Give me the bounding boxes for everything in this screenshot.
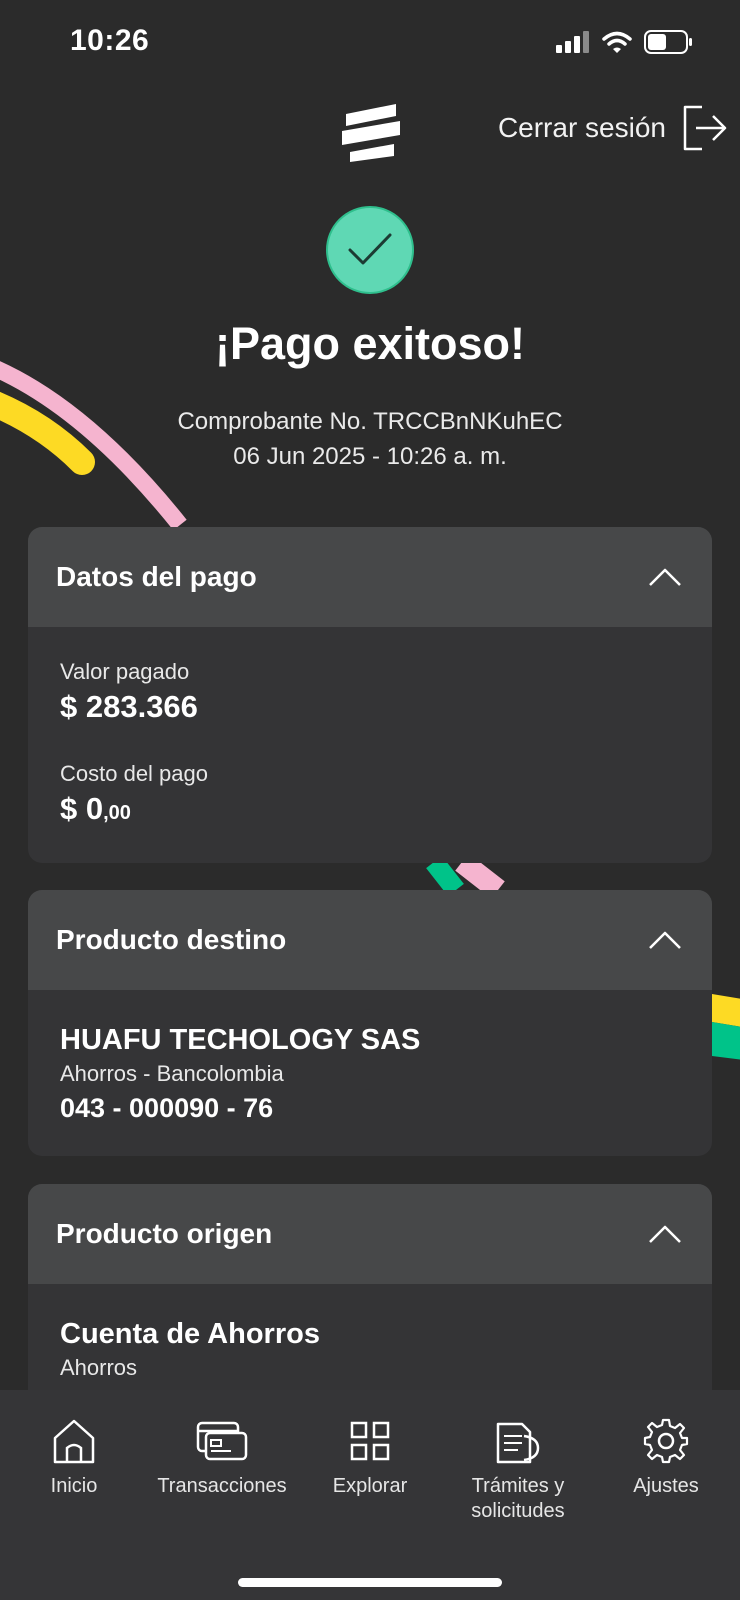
chevron-up-icon (649, 1225, 681, 1243)
success-title: ¡Pago exitoso! (214, 318, 526, 369)
payment-data-header[interactable]: Datos del pago (28, 527, 712, 627)
nav-label-ajustes: Ajustes (633, 1475, 699, 1497)
destination-product-header[interactable]: Producto destino (28, 890, 712, 990)
paid-value-amount: $ 283.366 (60, 689, 198, 724)
destination-product-title: Producto destino (56, 924, 287, 955)
chevron-up-icon (649, 568, 681, 586)
payment-data-title: Datos del pago (56, 561, 257, 592)
nav-item-explorar[interactable]: Explorar (296, 1390, 444, 1530)
payment-cost-cents: ,00 (103, 802, 131, 824)
nav-item-tramites[interactable]: Trámites y solicitudes (444, 1390, 592, 1530)
origin-name: Cuenta de Ahorros (60, 1318, 320, 1350)
home-indicator[interactable] (238, 1578, 502, 1587)
destination-product-card: Producto destino HUAFU TECHOLOGY SAS Aho… (28, 890, 712, 1156)
receipt-info: Comprobante No. TRCCBnNKuhEC 06 Jun 2025… (0, 404, 740, 474)
home-icon (53, 1419, 95, 1464)
nav-item-inicio[interactable]: Inicio (0, 1390, 148, 1530)
status-icons (556, 30, 692, 54)
logout-button[interactable]: Cerrar sesión (498, 104, 728, 152)
origin-account-type: Ahorros (60, 1355, 138, 1380)
wifi-icon (602, 31, 632, 53)
nav-label-explorar: Explorar (332, 1475, 408, 1497)
nav-label-inicio: Inicio (50, 1475, 98, 1497)
signal-icon (556, 31, 589, 53)
paid-value-label: Valor pagado (60, 659, 190, 684)
logout-icon (683, 105, 727, 151)
origin-product-header[interactable]: Producto origen (28, 1184, 712, 1284)
payment-cost-label: Costo del pago (60, 761, 208, 786)
destination-name: HUAFU TECHOLOGY SAS (60, 1024, 421, 1056)
gear-icon (643, 1418, 689, 1464)
destination-account-type: Ahorros - Bancolombia (60, 1061, 284, 1086)
nav-item-transacciones[interactable]: Transacciones (148, 1390, 296, 1530)
payment-cost-amount: $ 0,00 (60, 791, 680, 827)
destination-account-number: 043 - 000090 - 76 (60, 1093, 274, 1123)
transactions-card-icon (196, 1421, 248, 1461)
bancolombia-logo (342, 104, 400, 162)
payment-cost-integer: $ 0 (60, 791, 104, 826)
payment-data-card: Datos del pago Valor pagado $ 283.366 Co… (28, 527, 712, 863)
chevron-up-icon (649, 931, 681, 949)
nav-label-tramites: Trámites y solicitudes (471, 1475, 565, 1522)
status-bar: 10:26 (0, 0, 740, 86)
grid-icon (350, 1421, 390, 1461)
receipt-date: 06 Jun 2025 - 10:26 a. m. (233, 443, 507, 470)
success-badge (326, 206, 414, 294)
document-icon (496, 1422, 540, 1464)
origin-product-card: Producto origen Cuenta de Ahorros Ahorro… (28, 1184, 712, 1424)
status-time: 10:26 (70, 24, 150, 57)
battery-icon (644, 30, 692, 54)
origin-product-title: Producto origen (56, 1218, 273, 1249)
nav-label-transacciones: Transacciones (157, 1475, 287, 1497)
logout-label: Cerrar sesión (497, 112, 666, 143)
bottom-nav: Inicio Transacciones Explorar Trámites y… (0, 1390, 740, 1600)
nav-item-ajustes[interactable]: Ajustes (592, 1390, 740, 1530)
checkmark-icon (348, 233, 392, 265)
receipt-number: Comprobante No. TRCCBnNKuhEC (177, 408, 563, 435)
